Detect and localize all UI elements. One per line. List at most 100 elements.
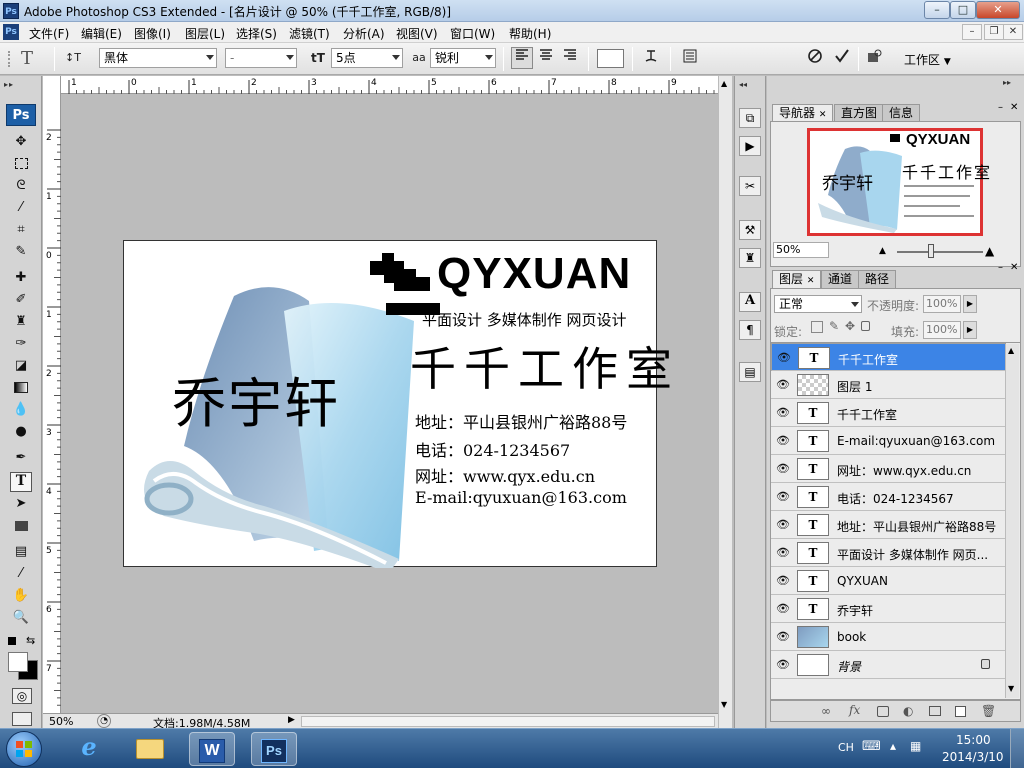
opacity-input[interactable]: 100% — [923, 295, 961, 313]
taskbar-photoshop[interactable]: Ps — [251, 732, 297, 766]
business-card-document[interactable]: QYXUAN 平面设计 多媒体制作 网页设计 千千工作室 乔宇轩 地址：平山县银… — [123, 240, 672, 568]
warp-text-button[interactable] — [640, 47, 662, 69]
text-orientation-icon[interactable]: ↕T — [62, 47, 84, 69]
cancel-edit-button[interactable] — [804, 47, 826, 69]
lock-pixels-icon[interactable]: ✎ — [829, 319, 839, 333]
gradient-tool-icon[interactable] — [10, 378, 32, 398]
magic-wand-tool-icon[interactable]: ⁄ — [10, 198, 32, 218]
visibility-eye-icon[interactable]: 👁 — [777, 352, 791, 363]
brushes-panel-icon[interactable]: ⚒ — [739, 220, 761, 240]
panels-collapse-icon[interactable]: ▸▸ — [1003, 78, 1011, 87]
font-size-select[interactable]: 5点 — [331, 48, 403, 68]
menu-layer[interactable]: 图层(L) — [182, 24, 228, 43]
layer-row[interactable]: 👁 T 网址：www.qyx.edu.cn — [771, 455, 1006, 483]
visibility-eye-icon[interactable]: 👁 — [776, 603, 790, 614]
layer-row[interactable]: 👁 T 平面设计 多媒体制作 网页... — [771, 539, 1006, 567]
history-brush-tool-icon[interactable]: ✑ — [10, 334, 32, 354]
clone-stamp-tool-icon[interactable]: ♜ — [10, 312, 32, 332]
zoom-out-icon[interactable]: ▲ — [879, 246, 886, 256]
visibility-eye-icon[interactable]: 👁 — [776, 463, 790, 474]
path-selection-tool-icon[interactable]: ➤ — [10, 494, 32, 514]
menu-help[interactable]: 帮助(H) — [506, 24, 554, 43]
keyboard-icon[interactable]: ⌨ — [862, 739, 881, 754]
toolbox-collapse-icon[interactable]: ▸▸ — [4, 80, 38, 90]
visibility-eye-icon[interactable]: 👁 — [776, 631, 790, 642]
maximize-button[interactable]: □ — [950, 1, 976, 19]
close-icon[interactable]: ✕ — [807, 276, 815, 286]
clock-date[interactable]: 2014/3/10 — [942, 750, 1004, 764]
tool-presets-panel-icon[interactable]: ✂ — [739, 176, 761, 196]
text-color-swatch[interactable] — [597, 49, 624, 68]
ruler-origin[interactable] — [43, 76, 61, 94]
layer-row[interactable]: 👁 T QYXUAN — [771, 567, 1006, 595]
close-icon[interactable]: ✕ — [819, 110, 827, 120]
taskbar-explorer[interactable] — [127, 732, 173, 766]
slice-tool-icon[interactable]: ✎ — [10, 242, 32, 262]
visibility-eye-icon[interactable]: 👁 — [776, 575, 790, 586]
new-group-icon[interactable] — [929, 706, 941, 716]
dock-collapse-icon[interactable]: ◂◂ — [739, 80, 747, 89]
workspace-button[interactable]: 工作区 ▼ — [904, 51, 951, 68]
zoom-in-icon[interactable]: ▲ — [985, 244, 994, 258]
zoom-tool-icon[interactable]: 🔍 — [10, 608, 32, 628]
doc-minimize-button[interactable]: – — [962, 24, 982, 40]
vertical-ruler[interactable]: 2 1 0 1 2 3 4 5 6 7 — [43, 94, 61, 714]
layer-row[interactable]: 👁 book — [771, 623, 1006, 651]
layer-comps-panel-icon[interactable]: ▤ — [739, 362, 761, 382]
navigator-zoom-slider[interactable] — [897, 251, 983, 253]
palettes-button[interactable] — [679, 47, 701, 69]
navigator-zoom-slider-handle[interactable] — [928, 244, 934, 258]
marquee-tool-icon[interactable] — [10, 154, 32, 174]
layer-style-icon[interactable]: fx — [849, 703, 860, 717]
crop-tool-icon[interactable]: ⌗ — [10, 220, 32, 240]
rectangle-tool-icon[interactable] — [10, 516, 32, 536]
menu-view[interactable]: 视图(V) — [393, 24, 441, 43]
status-menu-arrow-icon[interactable]: ▶ — [288, 715, 295, 725]
tab-channels[interactable]: 通道 — [821, 270, 860, 288]
menu-select[interactable]: 选择(S) — [233, 24, 280, 43]
lock-transparency-icon[interactable] — [811, 321, 823, 333]
visibility-eye-icon[interactable]: 👁 — [776, 519, 790, 530]
layer-row[interactable]: 👁 T 地址：平山县银州广裕路88号 — [771, 511, 1006, 539]
menu-file[interactable]: 文件(F) — [26, 24, 72, 43]
visibility-eye-icon[interactable]: 👁 — [776, 491, 790, 502]
zoom-level[interactable]: 50% — [49, 715, 73, 728]
layers-scrollbar[interactable]: ▲ ▼ — [1005, 344, 1019, 698]
new-layer-icon[interactable] — [955, 706, 966, 717]
eraser-tool-icon[interactable]: ◪ — [10, 356, 32, 376]
type-tool-icon[interactable]: T — [10, 472, 32, 492]
input-language[interactable]: CH — [838, 741, 854, 754]
move-tool-icon[interactable]: ✥ — [10, 132, 32, 152]
foreground-color-swatch[interactable] — [8, 652, 28, 672]
network-icon[interactable]: ▦ — [910, 739, 921, 753]
options-grip[interactable] — [8, 51, 13, 67]
screen-mode-icon[interactable] — [12, 712, 32, 726]
status-options-icon[interactable]: ◔ — [97, 714, 111, 728]
doc-close-button[interactable]: ✕ — [1003, 24, 1023, 40]
visibility-eye-icon[interactable]: 👁 — [776, 547, 790, 558]
panel-close-icon[interactable]: ✕ — [1010, 262, 1018, 273]
antialias-select[interactable]: 锐利 — [430, 48, 496, 68]
align-left-button[interactable] — [511, 47, 533, 69]
dodge-tool-icon[interactable]: ● — [10, 422, 32, 442]
opacity-arrow-icon[interactable]: ▶ — [963, 295, 977, 313]
notes-tool-icon[interactable]: ▤ — [10, 542, 32, 562]
fill-input[interactable]: 100% — [923, 321, 961, 339]
type-tool-preset-icon[interactable]: T — [16, 47, 38, 69]
layer-row[interactable]: 👁 T 千千工作室 — [771, 399, 1006, 427]
lock-all-icon[interactable] — [861, 321, 870, 331]
layer-row[interactable]: 👁 T 千千工作室 — [771, 343, 1006, 371]
character-panel-icon[interactable]: A — [739, 292, 761, 312]
align-center-button[interactable] — [535, 47, 557, 69]
photoshop-logo[interactable]: Ps — [6, 104, 36, 126]
visibility-eye-icon[interactable]: 👁 — [776, 659, 790, 670]
menu-window[interactable]: 窗口(W) — [447, 24, 498, 43]
menu-analysis[interactable]: 分析(A) — [340, 24, 388, 43]
link-layers-icon[interactable]: ∞ — [821, 704, 831, 718]
clock-time[interactable]: 15:00 — [956, 733, 991, 747]
visibility-eye-icon[interactable]: 👁 — [776, 379, 790, 390]
horizontal-ruler[interactable]: 1012345678910 — [43, 76, 718, 94]
swap-colors-icon[interactable]: ⇆ — [26, 634, 35, 647]
minimize-button[interactable]: – — [924, 1, 950, 19]
eyedropper-tool-icon[interactable]: ⁄ — [10, 564, 32, 584]
